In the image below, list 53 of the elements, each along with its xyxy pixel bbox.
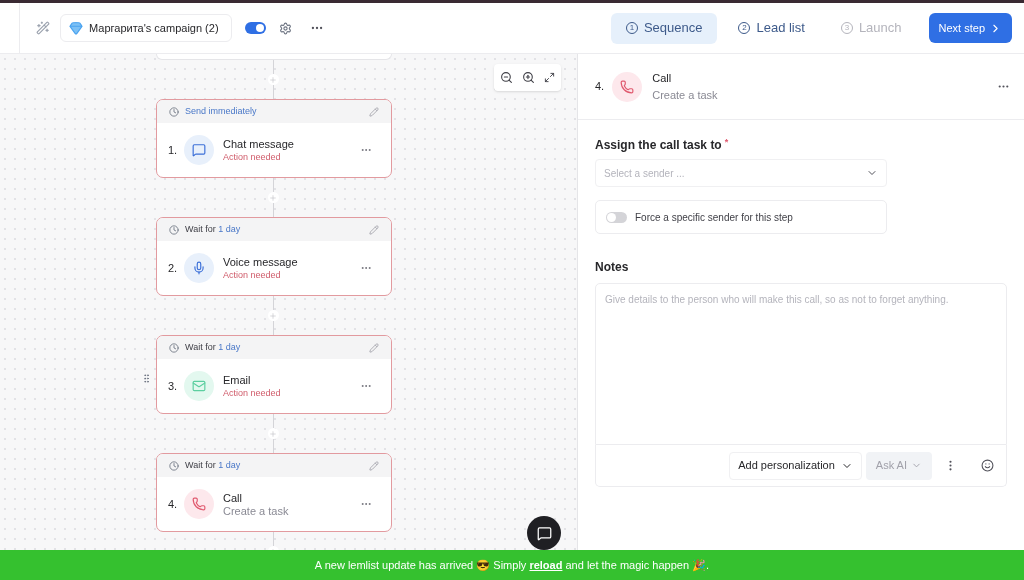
diamond-icon [69,21,83,35]
step-title: Email [223,372,252,387]
step-subtitle: Create a task [652,87,718,103]
step-status: Action needed [223,386,281,400]
step-card[interactable]: Send immediately 1. Chat message Action needed [156,99,392,178]
step-number: 2. [168,260,178,276]
step-number: 4. [595,79,605,95]
step-number: 1. [168,142,178,158]
step-card[interactable]: Wait for 1 day 2. Voice message Action needed [156,217,392,296]
next-step-button[interactable]: Next step [928,13,1012,43]
step-title: Call [223,490,243,505]
step-status: Action needed [223,268,282,282]
step-number: 3. [168,378,178,394]
step-number: 4. [168,496,178,512]
step-tab[interactable]: 2 Lead list [723,12,820,44]
fit-view-icon[interactable] [544,72,555,83]
step-status: Action needed [223,150,282,164]
step-status: Create a task [223,504,289,518]
step-delay: Send immediately [185,104,257,118]
step-title: Chat message [223,136,294,151]
clock-icon [169,106,179,117]
force-sender-toggle[interactable] [606,211,627,223]
chat-bubble-icon [184,135,214,165]
notes-label: Notes [595,259,630,276]
force-sender-label: Force a specific sender for this step [635,210,793,225]
phone-icon [612,71,643,102]
add-personalization-button[interactable]: Add personalization [729,451,862,480]
assign-label: Assign the call task to $^{*}$ [595,136,730,154]
campaign-toggle[interactable] [245,22,266,34]
step-delay: Wait for 1 day [185,222,241,236]
zoom-out-icon[interactable] [500,71,513,84]
step-title: Call [652,71,673,86]
envelope-icon [184,371,214,401]
notes-field[interactable]: Give details to the person who will make this call, so as not to forget anything. [595,283,1007,445]
banner-text: A new lemlist update has arrived 😎 Simply reload and let the magic happen 🎉. [314,557,710,574]
settings-icon[interactable] [279,21,292,35]
phone-icon [184,489,214,519]
magic-wand-icon[interactable] [36,21,50,35]
step-delay: Wait for 1 day [185,340,241,354]
step-title: Voice message [223,254,298,269]
step-delay: Wait for 1 day [185,458,241,472]
campaign-name-field[interactable]: Маргарита's campaign (2) [60,14,232,42]
clock-icon [169,342,179,353]
emoji-icon[interactable] [981,459,994,472]
clock-icon [169,460,179,471]
step-card[interactable]: Wait for 1 day 4. Call Create a task [156,453,392,532]
drag-handle-icon[interactable] [141,373,152,384]
clock-icon [169,224,179,235]
microphone-icon [184,253,214,283]
step-tab[interactable]: 1 Sequence [610,12,718,44]
chat-bubble-icon [536,525,552,541]
step-card[interactable]: Wait for 1 day 3. Email Action needed [156,335,392,414]
zoom-in-icon[interactable] [522,71,535,84]
